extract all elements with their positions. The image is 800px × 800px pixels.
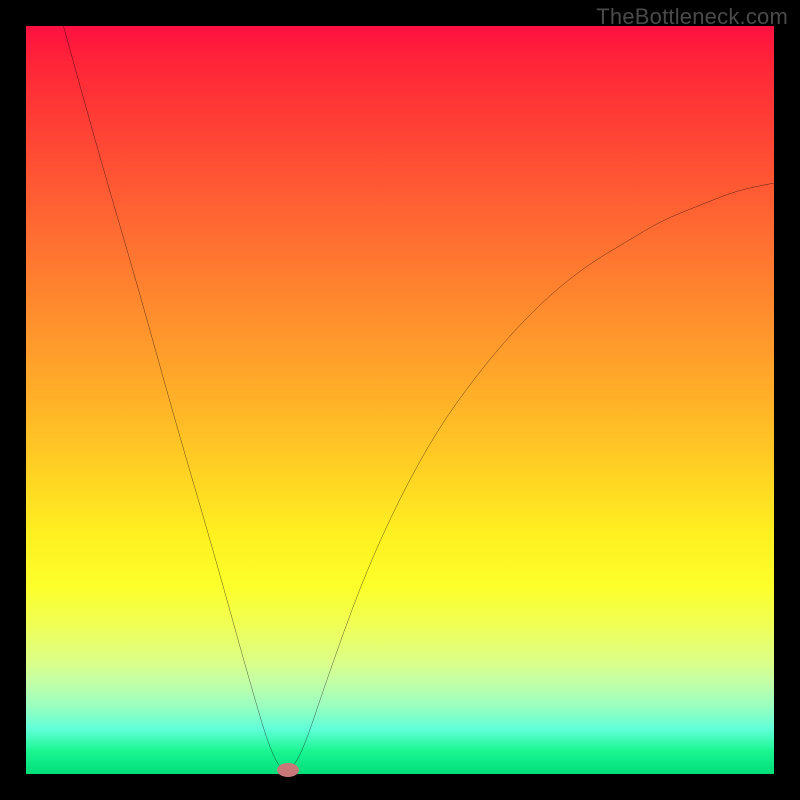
plot-area [26, 26, 774, 774]
bottleneck-curve [26, 26, 774, 774]
minimum-marker-icon [277, 763, 299, 777]
chart-frame: TheBottleneck.com [0, 0, 800, 800]
